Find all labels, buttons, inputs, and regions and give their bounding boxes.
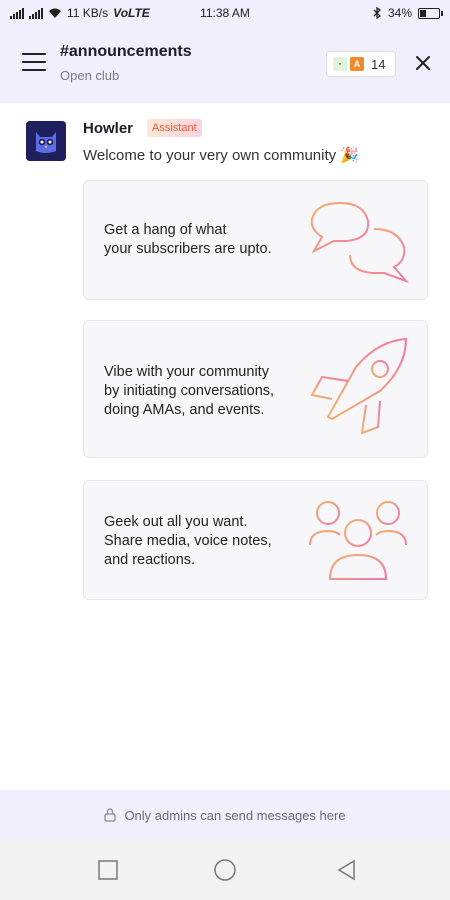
- status-bar: 11 KB/s VoLTE 11:38 AM 34%: [0, 0, 450, 26]
- message-text: Welcome to your very own community 🎉: [83, 147, 359, 164]
- menu-icon[interactable]: [22, 53, 46, 71]
- bluetooth-icon: [373, 7, 381, 19]
- home-circle-icon[interactable]: [213, 858, 237, 882]
- feature-card-community: Vibe with your community by initiating c…: [83, 320, 428, 458]
- network-speed: 11 KB/s: [67, 6, 109, 20]
- member-count: 14: [371, 56, 386, 72]
- feature-card-subscribers: Get a hang of what your subscribers are …: [83, 180, 428, 300]
- admin-only-text: Only admins can send messages here: [124, 807, 346, 823]
- recents-square-icon[interactable]: [96, 858, 120, 882]
- bot-avatar: [26, 121, 66, 161]
- member-avatar: A: [350, 57, 364, 71]
- back-triangle-icon[interactable]: [335, 858, 359, 882]
- channel-header: #announcements Open club ▪ A 14: [0, 26, 450, 103]
- assistant-badge: Assistant: [147, 119, 202, 137]
- volte-label: VoLTE: [113, 6, 150, 20]
- signal-icon-2: [29, 7, 43, 19]
- member-avatar-icon: ▪: [333, 57, 347, 71]
- card-text: Get a hang of what your subscribers are …: [104, 222, 272, 257]
- admin-only-notice: Only admins can send messages here: [0, 790, 450, 840]
- chat-bubbles-icon: [310, 201, 410, 283]
- status-left: 11 KB/s VoLTE: [10, 6, 150, 20]
- battery-percent: 34%: [387, 6, 412, 20]
- close-icon[interactable]: [412, 52, 434, 74]
- channel-title: #announcements: [60, 43, 192, 60]
- message-sender: Howler: [83, 120, 134, 137]
- card-text: Geek out all you want. Share media, voic…: [104, 514, 272, 568]
- card-text: Vibe with your community by initiating c…: [104, 364, 275, 418]
- channel-subtitle: Open club: [60, 68, 120, 83]
- lock-icon: [104, 808, 117, 822]
- system-nav-bar: [0, 840, 450, 900]
- signal-icon: [10, 7, 24, 19]
- members-button[interactable]: ▪ A 14: [326, 51, 396, 77]
- status-right: 34%: [373, 6, 443, 20]
- wifi-icon: [49, 8, 61, 18]
- battery-icon: [418, 7, 443, 19]
- owl-logo-icon: [26, 121, 66, 161]
- rocket-icon: [310, 337, 408, 435]
- feature-card-media: Geek out all you want. Share media, voic…: [83, 480, 428, 600]
- people-group-icon: [309, 501, 407, 580]
- battery-level: [420, 9, 426, 17]
